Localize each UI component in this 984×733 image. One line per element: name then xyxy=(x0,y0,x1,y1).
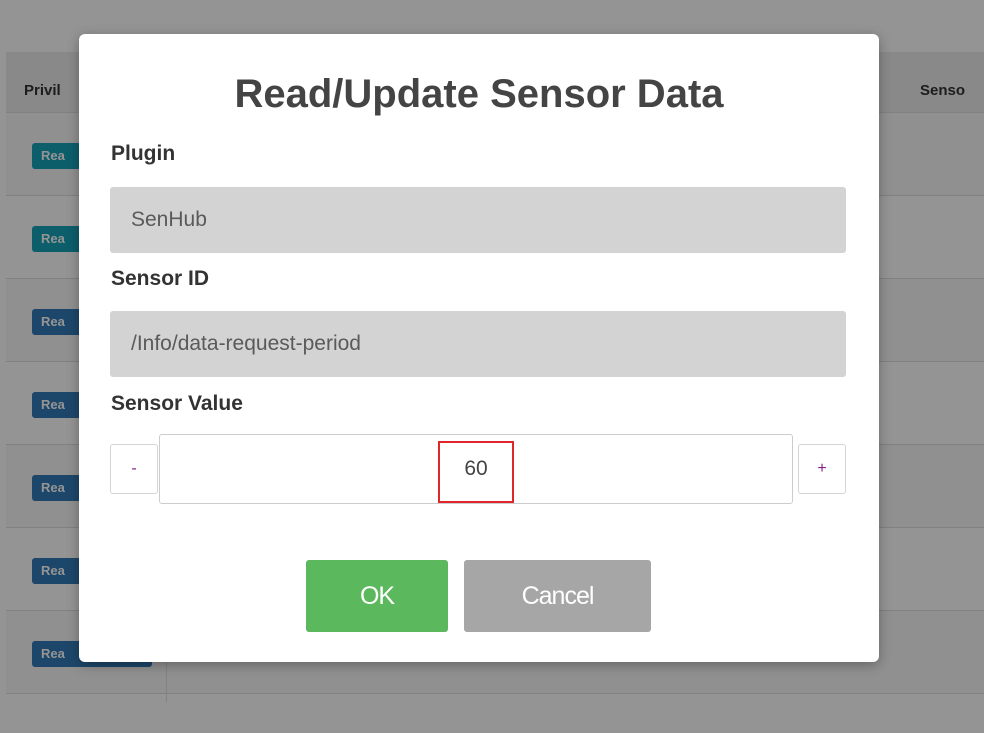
ok-button[interactable]: OK xyxy=(306,560,448,632)
plugin-field[interactable]: SenHub xyxy=(110,187,846,253)
decrement-button[interactable]: - xyxy=(110,444,158,494)
sensor-value-label: Sensor Value xyxy=(111,392,243,415)
sensor-id-label: Sensor ID xyxy=(111,267,210,290)
plugin-label: Plugin xyxy=(111,142,176,165)
dialog-title: Read/Update Sensor Data xyxy=(234,72,724,116)
cancel-button[interactable]: Cancel xyxy=(464,560,651,632)
sensor-id-field[interactable]: /Info/data-request-period xyxy=(110,311,846,377)
increment-button[interactable]: + xyxy=(798,444,846,494)
read-update-sensor-dialog: Read/Update Sensor Data Plugin SenHub Se… xyxy=(79,34,879,662)
value-highlight-box xyxy=(438,441,514,503)
sensor-value-input[interactable]: 60 xyxy=(159,434,793,504)
